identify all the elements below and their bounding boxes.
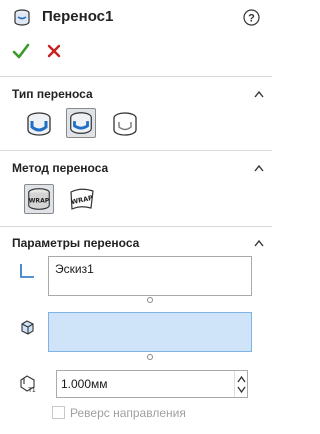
analytical-method-button[interactable]: WRAP bbox=[24, 184, 54, 214]
deboss-option-button[interactable] bbox=[66, 108, 96, 138]
collapse-wrap-type-icon[interactable] bbox=[254, 90, 264, 98]
divider bbox=[0, 150, 272, 151]
property-manager-header: Перенос1 ? bbox=[0, 0, 272, 36]
face-selection-box[interactable] bbox=[48, 312, 252, 352]
svg-text:WRAP: WRAP bbox=[29, 198, 50, 205]
divider bbox=[0, 226, 272, 227]
wrap-analytical-icon: WRAP bbox=[28, 188, 50, 210]
face-box-resize-handle[interactable] bbox=[147, 354, 153, 360]
reverse-direction-checkbox[interactable] bbox=[52, 406, 65, 419]
emboss-icon bbox=[27, 112, 51, 136]
divider bbox=[0, 76, 272, 77]
wrap-spline-icon: WRAP bbox=[70, 188, 94, 210]
section-title-wrap-type: Тип переноса bbox=[12, 87, 93, 101]
spin-up-icon[interactable] bbox=[237, 375, 246, 383]
deboss-icon bbox=[70, 112, 92, 134]
spin-down-icon[interactable] bbox=[237, 386, 246, 394]
svg-text:?: ? bbox=[248, 13, 255, 25]
sketch-box-resize-handle[interactable] bbox=[147, 297, 153, 303]
thickness-spinner bbox=[234, 371, 247, 397]
emboss-option-button[interactable] bbox=[24, 109, 54, 139]
action-bar bbox=[0, 40, 272, 66]
cancel-button[interactable] bbox=[46, 43, 62, 59]
thickness-icon: T1 bbox=[20, 375, 36, 394]
section-title-wrap-params: Параметры переноса bbox=[12, 236, 140, 250]
ok-button[interactable] bbox=[12, 42, 30, 60]
scribe-option-button[interactable] bbox=[110, 109, 140, 139]
sketch-selection-box[interactable]: Эскиз1 bbox=[48, 256, 252, 296]
collapse-wrap-params-icon[interactable] bbox=[254, 239, 264, 247]
face-icon bbox=[21, 320, 34, 335]
reverse-direction-label: Реверс направления bbox=[70, 406, 186, 420]
sketch-icon bbox=[20, 264, 34, 278]
spline-method-button[interactable]: WRAP bbox=[67, 184, 97, 214]
feature-title: Перенос1 bbox=[42, 8, 114, 25]
thickness-value: 1.000мм bbox=[61, 377, 108, 391]
collapse-wrap-method-icon[interactable] bbox=[254, 164, 264, 172]
scribe-icon bbox=[113, 112, 137, 136]
sketch-selection-value: Эскиз1 bbox=[55, 262, 94, 276]
svg-text:T1: T1 bbox=[27, 387, 36, 394]
section-title-wrap-method: Метод переноса bbox=[12, 161, 109, 175]
wrap-feature-icon bbox=[14, 9, 30, 26]
help-icon[interactable]: ? bbox=[243, 9, 260, 26]
thickness-input[interactable]: 1.000мм bbox=[56, 370, 248, 398]
